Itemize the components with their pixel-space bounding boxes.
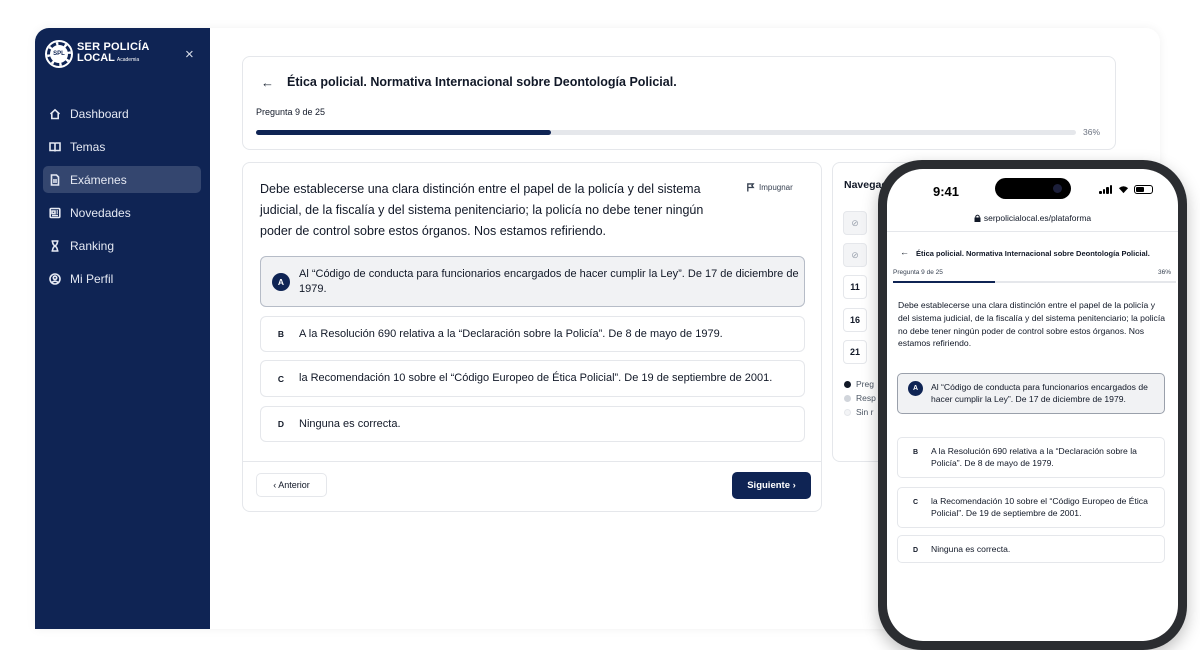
option-letter: C [277, 373, 285, 384]
impugnar-button[interactable]: Impugnar [746, 183, 793, 192]
mobile-question-text: Debe establecerse una clara distinción e… [898, 300, 1166, 349]
nav-question-cell[interactable]: 16 [843, 308, 867, 332]
police-badge-icon: SPL [45, 40, 73, 68]
nav-question-cell[interactable]: 11 [843, 275, 867, 299]
status-time: 9:41 [933, 184, 960, 199]
nav-question-cell[interactable]: ⊘ [843, 211, 867, 235]
signal-icon [1099, 185, 1113, 194]
sidebar-item-label: Novedades [70, 205, 131, 220]
newspaper-icon [49, 207, 61, 219]
impugnar-label: Impugnar [759, 183, 793, 192]
answer-option-b[interactable]: B A la Resolución 690 relativa a la “Dec… [260, 316, 805, 352]
option-text: Al “Código de conducta para funcionarios… [299, 267, 799, 295]
question-card: Debe establecerse una clara distinción e… [242, 162, 822, 512]
phone-screen: 9:41 serpolicialocal.es/plataforma ← Éti… [887, 169, 1178, 641]
wifi-icon [1118, 186, 1129, 194]
legend-item: Preg [844, 379, 874, 389]
option-text: Ninguna es correcta. [299, 417, 401, 430]
sidebar-item-temas[interactable]: Temas [43, 133, 201, 160]
document-icon [49, 173, 61, 186]
legend-dot [844, 380, 851, 388]
dynamic-island [995, 178, 1071, 199]
option-letter: D [912, 547, 919, 554]
sidebar-item-label: Dashboard [70, 106, 129, 121]
sidebar-item-novedades[interactable]: Novedades [43, 199, 201, 226]
sidebar-item-dashboard[interactable]: Dashboard [43, 100, 201, 127]
progress-bar [256, 130, 1076, 135]
book-icon [49, 141, 61, 153]
option-text: Al “Código de conducta para funcionarios… [931, 382, 1148, 405]
mobile-answer-option-d[interactable]: D Ninguna es correcta. [897, 535, 1165, 564]
url-bar[interactable]: serpolicialocal.es/plataforma [887, 213, 1178, 223]
option-text: Ninguna es correcta. [931, 544, 1011, 554]
home-icon [49, 108, 61, 120]
option-text: la Recomendación 10 sobre el “Código Eur… [299, 372, 773, 384]
legend-item: Sin r [844, 407, 873, 417]
close-sidebar-icon[interactable]: × [185, 46, 194, 63]
flag-icon [747, 183, 755, 192]
option-text: la Recomendación 10 sobre el “Código Eur… [931, 496, 1148, 519]
sidebar-item-label: Mi Perfil [70, 271, 114, 286]
exam-title: Ética policial. Normativa Internacional … [287, 75, 677, 89]
status-icons [1099, 185, 1153, 194]
mobile-back-arrow-icon[interactable]: ← [900, 247, 909, 257]
back-arrow-icon[interactable]: ← [261, 75, 274, 90]
answer-option-d[interactable]: D Ninguna es correcta. [260, 406, 805, 442]
option-text: A la Resolución 690 relativa a la “Decla… [931, 446, 1137, 469]
option-letter: A [272, 272, 290, 291]
mobile-answer-option-a[interactable]: A Al “Código de conducta para funcionari… [897, 373, 1165, 414]
logo-sub: Academia [116, 57, 140, 63]
option-text: A la Resolución 690 relativa a la “Decla… [299, 327, 723, 340]
mobile-exam-title: Ética policial. Normativa Internacional … [916, 249, 1150, 258]
option-letter: B [912, 449, 919, 456]
progress-percent: 36% [1083, 127, 1101, 137]
nav-question-cell[interactable]: 21 [843, 340, 867, 364]
question-text: Debe establecerse una clara distinción e… [260, 182, 704, 238]
mobile-answer-option-b[interactable]: B A la Resolución 690 relativa a la “Dec… [897, 437, 1165, 478]
mobile-progress-fill [893, 281, 995, 283]
previous-button[interactable]: ‹ Anterior [256, 473, 327, 497]
exam-header: ← Ética policial. Normativa Internaciona… [242, 56, 1116, 150]
legend-dot [844, 408, 851, 416]
mobile-answer-option-c[interactable]: C la Recomendación 10 sobre el “Código E… [897, 487, 1165, 528]
sidebar-item-label: Temas [70, 139, 106, 154]
legend-item: Resp [844, 393, 876, 403]
progress-fill [256, 130, 552, 135]
lock-icon [974, 214, 981, 222]
answer-option-c[interactable]: C la Recomendación 10 sobre el “Código E… [260, 360, 805, 397]
nav-question-cell[interactable]: ⊘ [843, 243, 867, 267]
url-text: serpolicialocal.es/plataforma [983, 213, 1092, 223]
brand-logo: SPL SER POLICÍA LOCAL Academia [45, 40, 150, 68]
sidebar-item-label: Exámenes [70, 172, 127, 187]
mobile-progress-bar [893, 281, 1176, 283]
divider [243, 461, 821, 462]
option-letter: A [908, 381, 923, 396]
sidebar-item-ranking[interactable]: Ranking [43, 232, 201, 259]
logo-line2: LOCAL [77, 52, 115, 64]
option-letter: D [277, 419, 285, 429]
sidebar: SPL SER POLICÍA LOCAL Academia × Dashboar… [35, 28, 210, 629]
divider [887, 231, 1178, 232]
option-letter: B [277, 329, 285, 339]
question-counter: Pregunta 9 de 25 [256, 107, 326, 117]
camera-icon [1053, 184, 1062, 193]
next-button[interactable]: Siguiente › [732, 472, 811, 499]
phone-mockup: 9:41 serpolicialocal.es/plataforma ← Éti… [878, 160, 1187, 650]
hourglass-icon [49, 239, 61, 252]
battery-icon [1134, 185, 1153, 194]
sidebar-item-examenes[interactable]: Exámenes [43, 166, 201, 193]
sidebar-nav: Dashboard Temas Exámenes Novedades Ranki… [43, 100, 201, 298]
mobile-progress-percent: 36% [1158, 269, 1172, 276]
sidebar-item-mi-perfil[interactable]: Mi Perfil [43, 265, 201, 292]
mobile-question-counter: Pregunta 9 de 25 [893, 269, 943, 276]
sidebar-item-label: Ranking [70, 238, 115, 253]
user-circle-icon [49, 272, 61, 285]
legend-dot [844, 394, 851, 402]
answer-option-a[interactable]: A Al “Código de conducta para funcionari… [260, 256, 805, 307]
option-letter: C [912, 499, 919, 506]
